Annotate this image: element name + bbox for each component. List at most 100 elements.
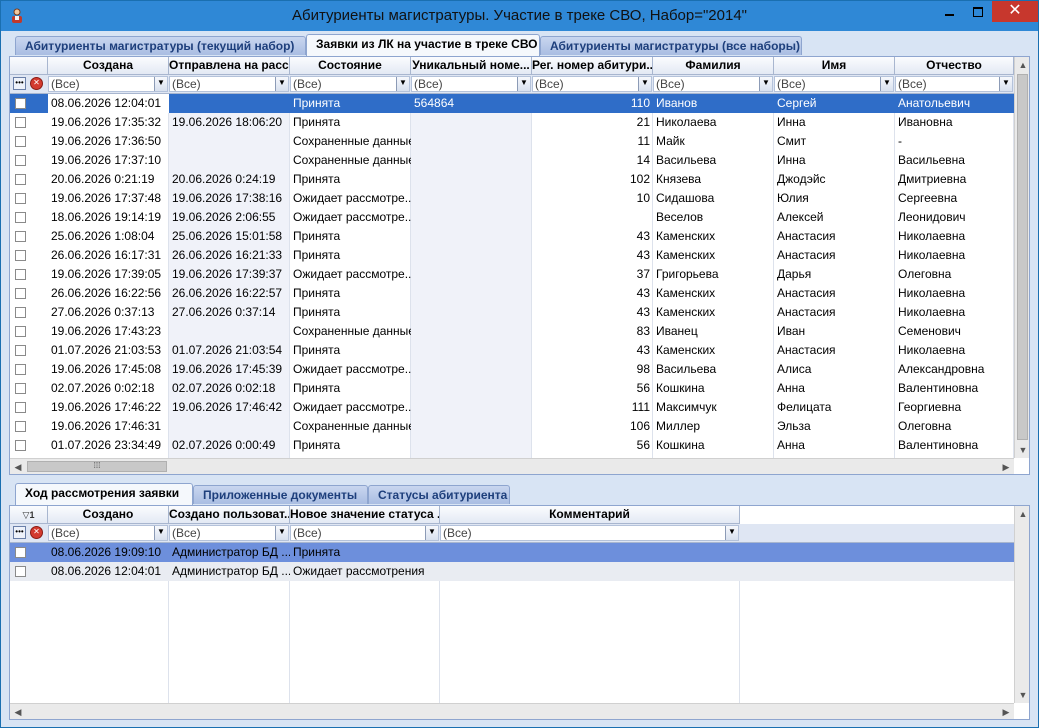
clear-filter-icon[interactable]: ✕ <box>30 77 43 90</box>
row-checkbox[interactable] <box>15 566 26 577</box>
applications-header-col-1[interactable]: Отправлена на расс... <box>169 57 290 75</box>
history-row[interactable]: 08.06.2026 12:04:01 Администратор БД ... О… <box>10 562 1014 581</box>
scroll-up-icon[interactable]: ▲ <box>1015 57 1029 73</box>
applications-filter-col-2[interactable]: (Все) ▼ <box>290 76 410 92</box>
applications-row[interactable]: 26.06.2026 16:17:31 26.06.2026 16:21:33 Пр… <box>10 246 1014 265</box>
row-checkbox[interactable] <box>15 136 26 147</box>
tab-all-sets[interactable]: Абитуриенты магистратуры (все наборы) <box>540 36 802 55</box>
applications-filter-col-7[interactable]: (Все) ▼ <box>895 76 1013 92</box>
chevron-down-icon[interactable]: ▼ <box>999 77 1012 91</box>
row-checkbox[interactable] <box>15 326 26 337</box>
applications-header-col-3[interactable]: Уникальный номе... <box>411 57 532 75</box>
scroll-down-icon[interactable]: ▼ <box>1015 687 1029 703</box>
tab-applicant-statuses[interactable]: Статусы абитуриента <box>368 485 510 504</box>
chevron-down-icon[interactable]: ▼ <box>154 526 167 540</box>
scroll-down-icon[interactable]: ▼ <box>1015 442 1029 458</box>
applications-row[interactable]: 19.06.2026 17:46:31 Сохраненные данные 106… <box>10 417 1014 436</box>
applications-header-col-6[interactable]: Имя <box>774 57 895 75</box>
applications-header-col-2[interactable]: Состояние <box>290 57 411 75</box>
chevron-down-icon[interactable]: ▼ <box>275 526 288 540</box>
history-header-col-1[interactable]: Создано пользоват... <box>169 506 290 524</box>
scroll-right-icon[interactable]: ▶ <box>998 459 1014 474</box>
applications-filter-col-3[interactable]: (Все) ▼ <box>411 76 531 92</box>
chevron-down-icon[interactable]: ▼ <box>725 526 738 540</box>
applications-row[interactable]: 19.06.2026 17:37:48 19.06.2026 17:38:16 Ож… <box>10 189 1014 208</box>
applications-row[interactable]: 19.06.2026 17:39:05 19.06.2026 17:39:37 Ож… <box>10 265 1014 284</box>
applications-row[interactable]: 27.06.2026 0:37:13 27.06.2026 0:37:14 Прин… <box>10 303 1014 322</box>
applications-row[interactable]: 19.06.2026 17:43:23 Сохраненные данные 83 И… <box>10 322 1014 341</box>
history-filter-col-0[interactable]: (Все) ▼ <box>48 525 168 541</box>
history-vertical-scrollbar[interactable]: ▲ ▼ <box>1014 506 1029 703</box>
row-checkbox[interactable] <box>15 547 26 558</box>
chevron-down-icon[interactable]: ▼ <box>517 77 530 91</box>
title-bar[interactable]: Абитуриенты магистратуры. Участие в трек… <box>1 1 1038 31</box>
chevron-down-icon[interactable]: ▼ <box>275 77 288 91</box>
applications-row[interactable]: 18.06.2026 19:14:19 19.06.2026 2:06:55 Ожи… <box>10 208 1014 227</box>
chevron-down-icon[interactable]: ▼ <box>638 77 651 91</box>
applications-header-col-5[interactable]: Фамилия <box>653 57 774 75</box>
history-header-col-3[interactable]: Комментарий <box>440 506 740 524</box>
applications-row[interactable]: 01.07.2026 21:03:53 01.07.2026 21:03:54 Пр… <box>10 341 1014 360</box>
row-checkbox[interactable] <box>15 383 26 394</box>
applications-row[interactable]: 02.07.2026 0:02:18 02.07.2026 0:02:18 Прин… <box>10 379 1014 398</box>
applications-row[interactable]: 19.06.2026 17:36:50 Сохраненные данные 11 М… <box>10 132 1014 151</box>
applications-row[interactable]: 20.06.2026 0:21:19 20.06.2026 0:24:19 Прин… <box>10 170 1014 189</box>
row-checkbox[interactable] <box>15 402 26 413</box>
history-header-col-0[interactable]: Создано <box>48 506 169 524</box>
row-checkbox[interactable] <box>15 212 26 223</box>
close-button[interactable]: ✕ <box>992 1 1038 22</box>
scroll-thumb[interactable] <box>1017 74 1028 440</box>
row-checkbox[interactable] <box>15 440 26 451</box>
applications-header-col-7[interactable]: Отчество <box>895 57 1014 75</box>
row-checkbox[interactable] <box>15 98 26 109</box>
row-checkbox[interactable] <box>15 345 26 356</box>
history-filter-col-1[interactable]: (Все) ▼ <box>169 525 289 541</box>
history-filter-col-2[interactable]: (Все) ▼ <box>290 525 439 541</box>
row-checkbox[interactable] <box>15 269 26 280</box>
scroll-left-icon[interactable]: ◀ <box>10 459 26 474</box>
applications-horizontal-scrollbar[interactable]: ◀ ⁞⁞⁞ ▶ <box>10 458 1014 474</box>
applications-filter-col-4[interactable]: (Все) ▼ <box>532 76 652 92</box>
applications-filter-col-6[interactable]: (Все) ▼ <box>774 76 894 92</box>
applications-row[interactable]: 08.06.2026 12:04:01 Принята 564864 110 Ивано… <box>10 94 1014 113</box>
row-checkbox[interactable] <box>15 364 26 375</box>
applications-header-col-4[interactable]: Рег. номер абитури... <box>532 57 653 75</box>
chevron-down-icon[interactable]: ▼ <box>425 526 438 540</box>
row-checkbox[interactable] <box>15 250 26 261</box>
applications-filter-col-0[interactable]: (Все) ▼ <box>48 76 168 92</box>
history-filter-col-3[interactable]: (Все) ▼ <box>440 525 739 541</box>
chevron-down-icon[interactable]: ▼ <box>396 77 409 91</box>
row-checkbox[interactable] <box>15 288 26 299</box>
ellipsis-icon[interactable]: ••• <box>13 526 26 539</box>
tab-current-set[interactable]: Абитуриенты магистратуры (текущий набор) <box>15 36 306 55</box>
applications-header-col-0[interactable]: Создана <box>48 57 169 75</box>
history-horizontal-scrollbar[interactable]: ◀ ▶ <box>10 703 1014 719</box>
chevron-down-icon[interactable]: ▼ <box>759 77 772 91</box>
applications-row[interactable]: 26.06.2026 16:22:56 26.06.2026 16:22:57 Пр… <box>10 284 1014 303</box>
history-header-col-2[interactable]: Новое значение статуса ... <box>290 506 440 524</box>
chevron-down-icon[interactable]: ▼ <box>880 77 893 91</box>
clear-filter-icon[interactable]: ✕ <box>30 526 43 539</box>
applications-row[interactable]: 01.07.2026 23:34:49 02.07.2026 0:00:49 При… <box>10 436 1014 455</box>
tab-review-history[interactable]: Ход рассмотрения заявки <box>15 483 193 505</box>
applications-vertical-scrollbar[interactable]: ▲ ▼ <box>1014 57 1029 458</box>
row-checkbox[interactable] <box>15 307 26 318</box>
scroll-right-icon[interactable]: ▶ <box>998 704 1014 719</box>
scroll-left-icon[interactable]: ◀ <box>10 704 26 719</box>
minimize-button[interactable] <box>935 1 964 22</box>
row-checkbox[interactable] <box>15 421 26 432</box>
row-checkbox[interactable] <box>15 174 26 185</box>
applications-row[interactable]: 19.06.2026 17:35:32 19.06.2026 18:06:20 Пр… <box>10 113 1014 132</box>
tab-attached-documents[interactable]: Приложенные документы <box>193 485 368 504</box>
maximize-button[interactable] <box>963 1 992 22</box>
row-checkbox[interactable] <box>15 231 26 242</box>
history-row[interactable]: 08.06.2026 19:09:10 Администратор БД ... П… <box>10 543 1014 562</box>
scroll-up-icon[interactable]: ▲ <box>1015 506 1029 522</box>
row-checkbox[interactable] <box>15 155 26 166</box>
tab-svo-applications[interactable]: Заявки из ЛК на участие в треке СВО <box>306 34 540 56</box>
chevron-down-icon[interactable]: ▼ <box>154 77 167 91</box>
ellipsis-icon[interactable]: ••• <box>13 77 26 90</box>
applications-filter-col-5[interactable]: (Все) ▼ <box>653 76 773 92</box>
applications-row[interactable]: 19.06.2026 17:37:10 Сохраненные данные 14 В… <box>10 151 1014 170</box>
applications-row[interactable]: 25.06.2026 1:08:04 25.06.2026 15:01:58 При… <box>10 227 1014 246</box>
